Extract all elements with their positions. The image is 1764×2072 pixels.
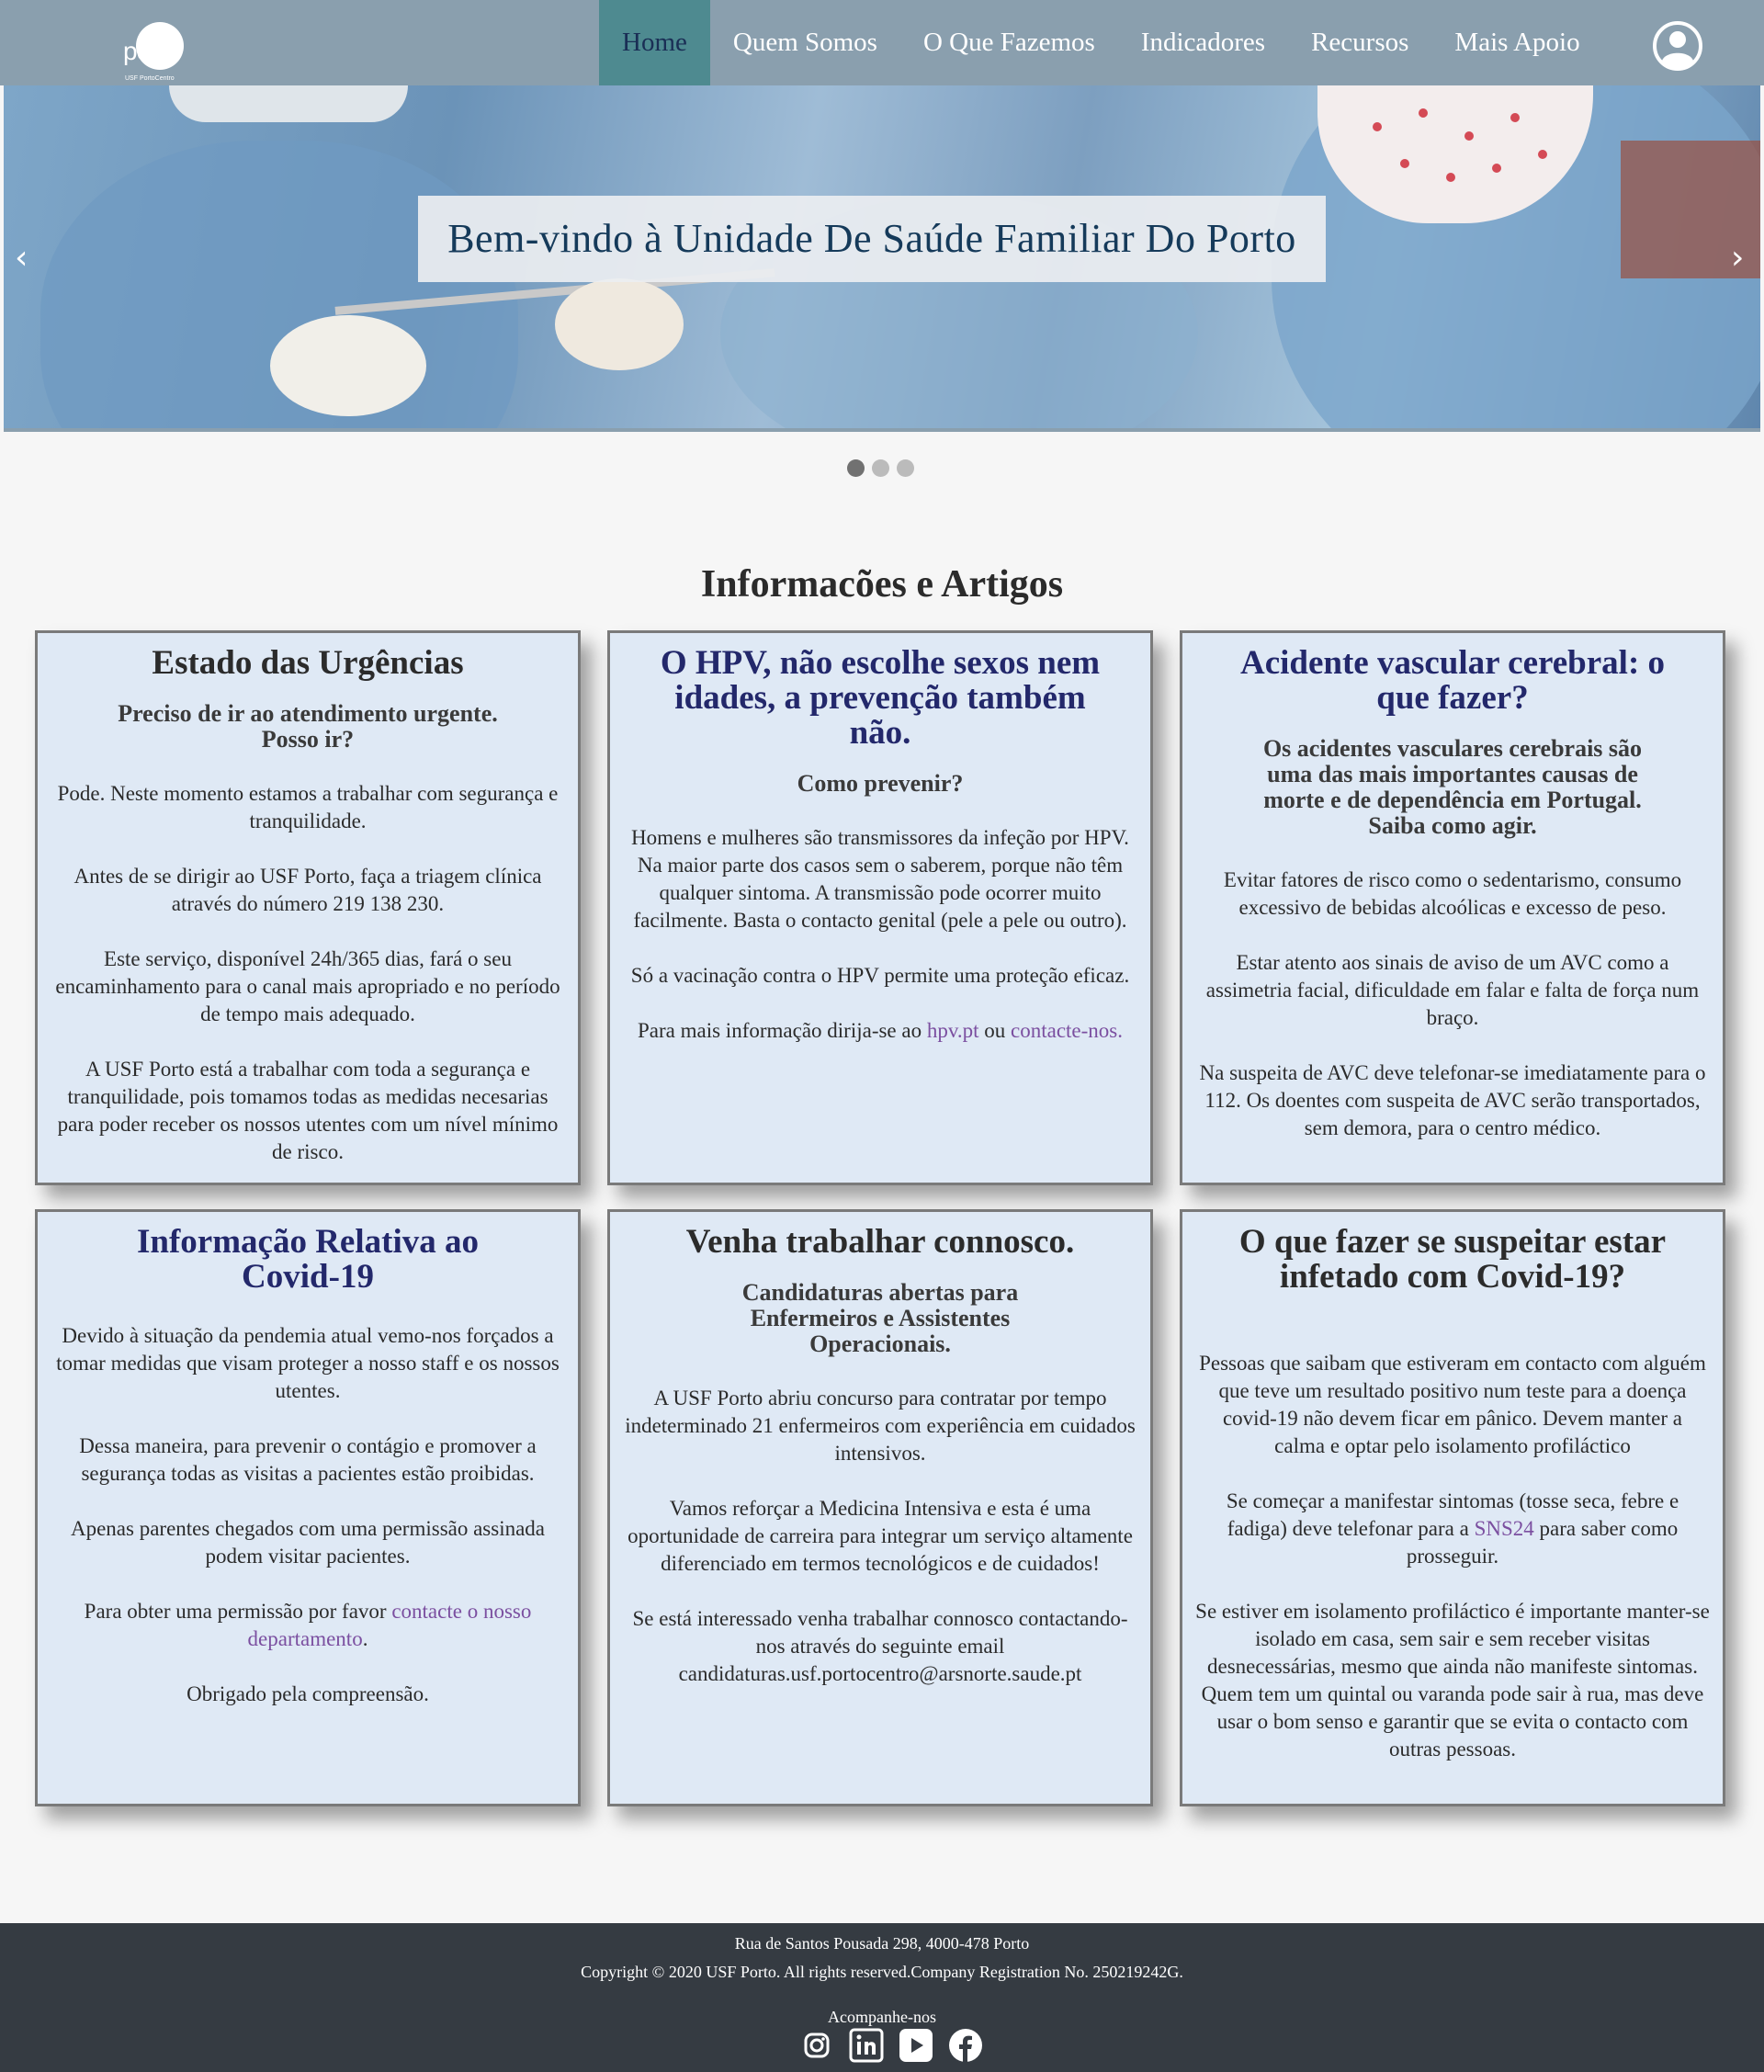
logo-text: pc	[123, 37, 150, 65]
footer: Rua de Santos Pousada 298, 4000-478 Port…	[0, 1923, 1764, 2072]
card-paragraph: Evitar fatores de risco como o sedentari…	[1223, 868, 1682, 919]
carousel-prev-button[interactable]: ‹	[15, 239, 28, 277]
card-paragraph: A USF Porto está a trabalhar com toda a …	[57, 1058, 559, 1163]
navbar: pc USF PortoCentro Home Quem Somos O Que…	[0, 0, 1764, 85]
footer-copyright: Copyright © 2020 USF Porto. All rights r…	[581, 1963, 1183, 1981]
nav-menu: Home Quem Somos O Que Fazemos Indicadore…	[599, 0, 1603, 85]
article-card-covid-info: Informação Relativa ao Covid-19 Devido à…	[35, 1209, 581, 1806]
hpv-link[interactable]: hpv.pt	[927, 1019, 979, 1042]
card-subtitle: Candidaturas abertas para Enfermeiros e …	[741, 1279, 1019, 1357]
hero-caption: Bem-vindo à Unidade De Saúde Familiar Do…	[418, 196, 1326, 282]
sns24-link[interactable]: SNS24	[1475, 1517, 1534, 1540]
card-paragraph: Antes de se dirigir ao USF Porto, faça a…	[74, 865, 542, 915]
section-title: Informacões e Artigos	[700, 563, 1064, 606]
card-subtitle: Os acidentes vasculares cerebrais são um…	[1262, 735, 1643, 839]
article-card-covid-suspect: O que fazer se suspeitar estar infetado …	[1180, 1209, 1725, 1806]
card-title: Venha trabalhar connosco.	[685, 1223, 1075, 1261]
user-circle-icon[interactable]	[1652, 20, 1703, 72]
card-paragraph: Estar atento aos sinais de aviso de um A…	[1205, 951, 1700, 1029]
card-paragraph: Para obter uma permissão por favor conta…	[84, 1600, 532, 1650]
hero-image-cap	[169, 85, 408, 122]
hero-image-glove	[555, 278, 684, 370]
card-title: O que fazer se suspeitar estar infetado …	[1238, 1223, 1667, 1296]
youtube-icon[interactable]	[899, 2028, 933, 2063]
card-title: Acidente vascular cerebral: o que fazer?	[1239, 644, 1666, 717]
card-title: O HPV, não escolhe sexos nem idades, a p…	[660, 644, 1101, 752]
card-paragraph: Dessa maneira, para prevenir o contágio …	[79, 1434, 537, 1485]
hero-carousel: Bem-vindo à Unidade De Saúde Familiar Do…	[4, 85, 1760, 432]
nav-item-indicadores[interactable]: Indicadores	[1118, 0, 1288, 85]
carousel-dot-1[interactable]	[847, 459, 865, 477]
linkedin-icon[interactable]	[849, 2028, 884, 2063]
card-paragraph: Só a vacinação contra o HPV permite uma …	[630, 964, 1130, 987]
carousel-dot-2[interactable]	[872, 459, 889, 477]
article-card-urgencias: Estado das Urgências Preciso de ir ao at…	[35, 630, 581, 1185]
card-paragraph: Se estiver em isolamento profiláctico é …	[1195, 1600, 1710, 1761]
hero-image-glove	[270, 315, 426, 416]
carousel-indicators	[847, 459, 914, 477]
card-paragraph: Pode. Neste momento estamos a trabalhar …	[57, 782, 559, 832]
card-paragraph: Se está interessado venha trabalhar conn…	[632, 1607, 1128, 1685]
nav-item-quem-somos[interactable]: Quem Somos	[710, 0, 900, 85]
footer-follow-label: Acompanhe-nos	[828, 2008, 936, 2026]
card-paragraph: Se começar a manifestar sintomas (tosse …	[1226, 1489, 1679, 1568]
card-paragraph: Obrigado pela compreensão.	[187, 1682, 429, 1705]
card-subtitle: Como prevenir?	[797, 770, 964, 797]
article-card-hpv: O HPV, não escolhe sexos nem idades, a p…	[607, 630, 1153, 1185]
footer-address: Rua de Santos Pousada 298, 4000-478 Port…	[734, 1934, 1030, 1953]
card-paragraph: Devido à situação da pendemia atual vemo…	[56, 1324, 560, 1402]
nav-item-mais-apoio[interactable]: Mais Apoio	[1431, 0, 1602, 85]
card-paragraph: Apenas parentes chegados com uma permiss…	[70, 1517, 546, 1568]
card-paragraph: Na suspeita de AVC deve telefonar-se ime…	[1199, 1061, 1706, 1139]
nav-item-o-que-fazemos[interactable]: O Que Fazemos	[900, 0, 1118, 85]
card-paragraph: Homens e mulheres são transmissores da i…	[631, 826, 1129, 932]
logo-subtitle: USF PortoCentro	[125, 75, 175, 82]
social-links	[799, 2028, 983, 2063]
article-card-jobs: Venha trabalhar connosco. Candidaturas a…	[607, 1209, 1153, 1806]
card-title: Informação Relativa ao Covid-19	[137, 1223, 479, 1296]
card-paragraph: Vamos reforçar a Medicina Intensiva e es…	[628, 1497, 1133, 1575]
logo[interactable]: pc USF PortoCentro	[119, 20, 187, 82]
nav-item-recursos[interactable]: Recursos	[1288, 0, 1431, 85]
article-card-avc: Acidente vascular cerebral: o que fazer?…	[1180, 630, 1725, 1185]
card-paragraph: Pessoas que saibam que estiveram em cont…	[1199, 1352, 1706, 1457]
card-paragraph: A USF Porto abriu concurso para contrata…	[625, 1387, 1136, 1465]
card-subtitle: Preciso de ir ao atendimento urgente. Po…	[118, 700, 498, 753]
card-paragraph: Este serviço, disponível 24h/365 dias, f…	[55, 947, 560, 1025]
instagram-icon[interactable]	[799, 2028, 834, 2063]
contact-link[interactable]: contacte-nos.	[1011, 1019, 1123, 1042]
nav-item-home[interactable]: Home	[599, 0, 710, 85]
card-paragraph: Para mais informação dirija-se ao hpv.pt…	[638, 1019, 1123, 1042]
carousel-next-button[interactable]: ›	[1731, 239, 1744, 277]
facebook-icon[interactable]	[948, 2028, 983, 2063]
carousel-dot-3[interactable]	[897, 459, 914, 477]
card-title: Estado das Urgências	[152, 644, 464, 682]
